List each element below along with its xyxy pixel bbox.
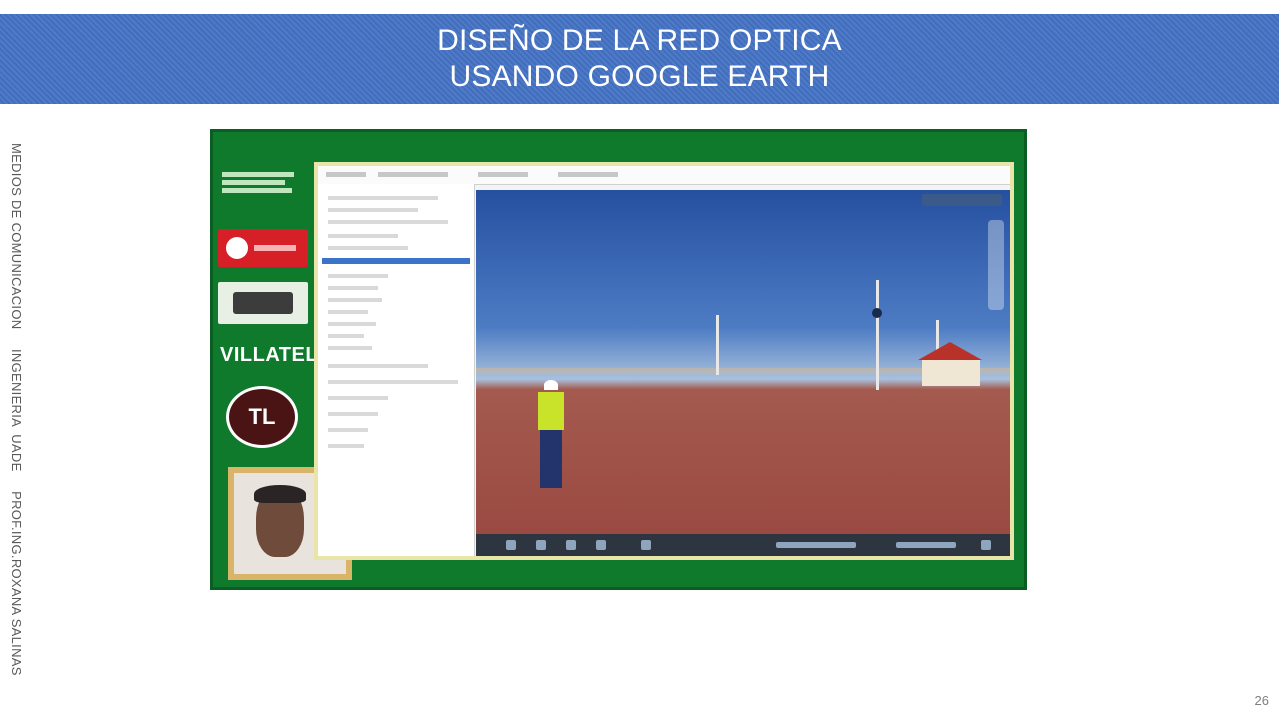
embedded-video-frame[interactable]: VILLATEL TL xyxy=(210,129,1027,590)
ge-bottom-toolbar xyxy=(476,534,1010,556)
google-earth-window xyxy=(318,166,1010,556)
worker-legs xyxy=(540,430,562,488)
ge-places-panel[interactable] xyxy=(318,184,475,556)
ge-navigation-control[interactable] xyxy=(988,220,1004,310)
slide-title-line-2: USANDO GOOGLE EARTH xyxy=(449,60,830,93)
presenter-hair xyxy=(254,485,306,503)
repeat-icon[interactable] xyxy=(596,540,606,550)
status-readout xyxy=(776,542,856,548)
coordinates-readout xyxy=(896,542,956,548)
play-icon[interactable] xyxy=(506,540,516,550)
round-badge-logo: TL xyxy=(226,386,298,448)
slide-title-line-1: DISEÑO DE LA RED OPTICA xyxy=(437,24,842,57)
ge-selected-item[interactable] xyxy=(322,258,470,264)
next-icon[interactable] xyxy=(566,540,576,550)
house-body xyxy=(922,360,980,386)
house-roof xyxy=(918,342,982,360)
page-number: 26 xyxy=(1254,693,1269,708)
record-icon[interactable] xyxy=(641,540,651,550)
pause-icon[interactable] xyxy=(536,540,546,550)
fiber-pole xyxy=(876,280,879,390)
ge-3d-view[interactable] xyxy=(476,190,1010,534)
fiber-pole xyxy=(716,315,719,375)
slide-title-banner: DISEÑO DE LA RED OPTICA USANDO GOOGLE EA… xyxy=(0,14,1279,104)
white-sponsor-logo xyxy=(218,282,308,324)
worker-helmet xyxy=(544,380,558,390)
fiber-pole-node xyxy=(872,308,882,318)
ge-top-tools[interactable] xyxy=(922,194,1002,206)
worker-vest xyxy=(538,392,564,430)
settings-icon[interactable] xyxy=(981,540,991,550)
villatel-logo: VILLATEL xyxy=(220,344,319,366)
video-blurred-caption xyxy=(222,169,312,196)
ge-menubar xyxy=(318,166,1010,185)
vertical-footer-caption: MEDIOS DE COMUNICACION INGENIERIA UADE P… xyxy=(9,143,24,676)
red-sponsor-logo xyxy=(218,229,308,267)
google-earth-screen xyxy=(314,162,1014,560)
